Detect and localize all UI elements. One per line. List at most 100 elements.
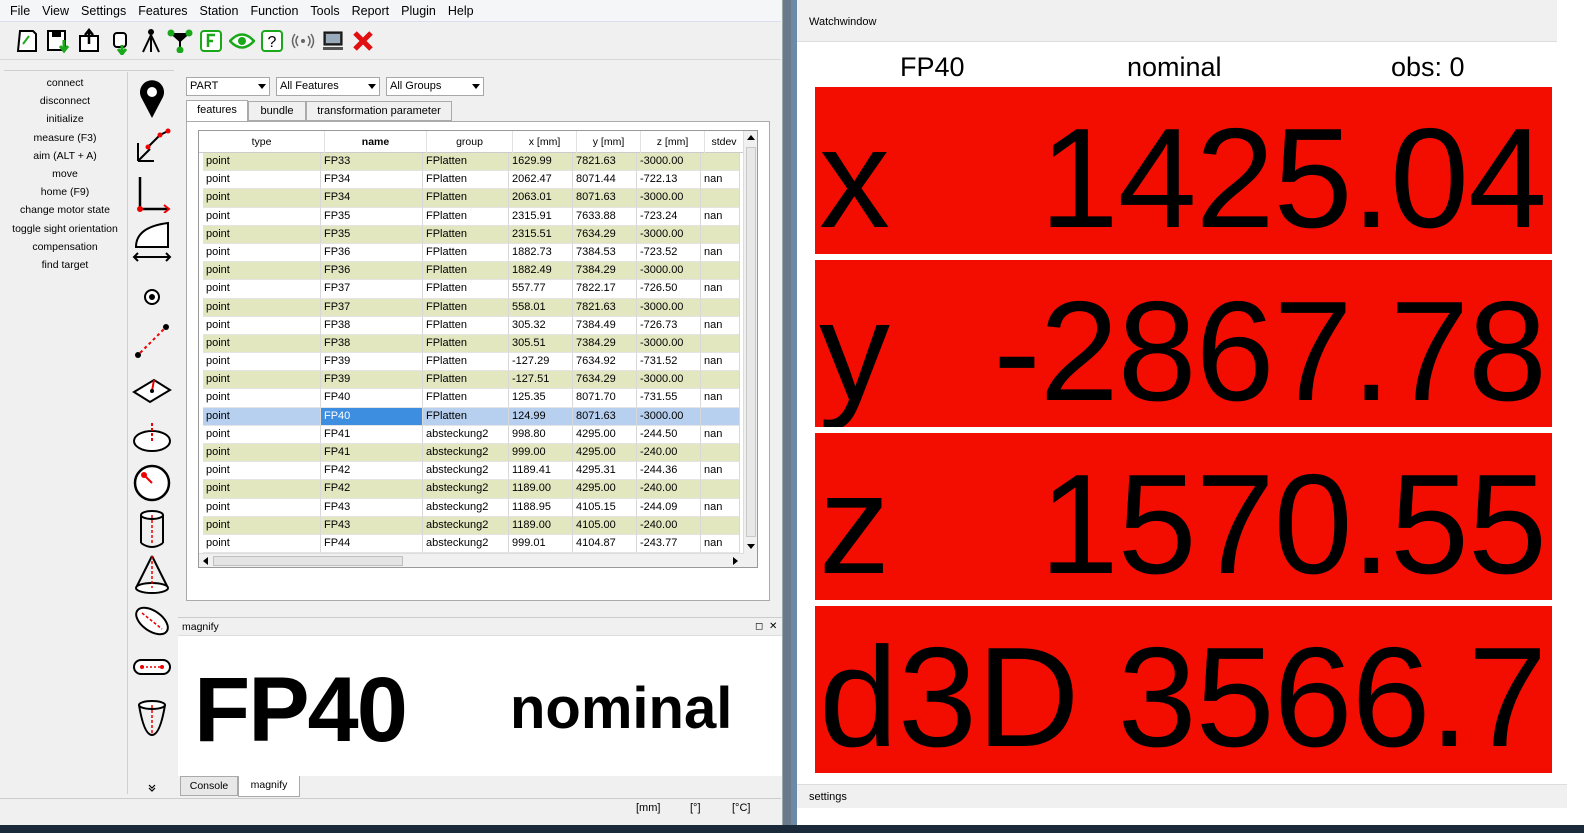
cmd-find-target[interactable]: find target — [4, 256, 126, 274]
sphere-icon[interactable] — [131, 462, 173, 504]
table-cell[interactable]: point — [203, 516, 321, 535]
vertical-scrollbar[interactable] — [743, 131, 757, 567]
table-cell[interactable]: 7634.29 — [573, 371, 637, 390]
table-cell[interactable]: FPlatten — [423, 316, 509, 335]
table-cell[interactable]: point — [203, 480, 321, 499]
menu-function[interactable]: Function — [244, 4, 304, 18]
table-cell[interactable]: 4105.00 — [573, 516, 637, 535]
col-z-header[interactable]: z [mm] — [641, 131, 705, 153]
table-cell[interactable]: -3000.00 — [637, 334, 701, 354]
tab-features[interactable]: features — [186, 100, 248, 121]
table-row[interactable]: point FP35 FPlatten 2315.91 7633.88 -723.24 na… — [203, 207, 744, 226]
table-cell[interactable]: 1629.99 — [509, 153, 573, 172]
table-cell[interactable]: 8071.70 — [573, 389, 637, 408]
table-cell[interactable]: -726.73 — [637, 316, 701, 335]
cmd-measure[interactable]: measure (F3) — [4, 129, 126, 147]
new-project-icon[interactable] — [12, 26, 42, 56]
table-cell[interactable]: FPlatten — [423, 243, 509, 263]
col-stdev-header[interactable]: stdev — [705, 131, 744, 153]
table-cell[interactable]: -731.55 — [637, 389, 701, 408]
cmd-move[interactable]: move — [4, 165, 126, 183]
table-cell[interactable]: 4105.15 — [573, 498, 637, 517]
table-cell[interactable]: FPlatten — [423, 262, 509, 281]
table-cell[interactable]: point — [203, 262, 321, 281]
eye-icon[interactable] — [227, 26, 257, 56]
table-cell[interactable]: FPlatten — [423, 153, 509, 172]
table-cell[interactable]: FP44 — [321, 534, 423, 554]
table-cell[interactable]: -731.52 — [637, 353, 701, 372]
scroll-left-icon[interactable] — [203, 557, 208, 565]
table-cell[interactable]: FP39 — [321, 371, 423, 390]
scroll-right-icon[interactable] — [733, 557, 738, 565]
table-cell[interactable]: 8071.44 — [573, 171, 637, 190]
table-cell[interactable]: point — [203, 444, 321, 463]
table-cell[interactable]: 2062.47 — [509, 171, 573, 190]
point-marker-icon[interactable] — [131, 78, 173, 120]
feature-type-select[interactable]: All Features — [276, 77, 380, 96]
table-cell[interactable]: nan — [701, 353, 740, 372]
table-cell[interactable]: -3000.00 — [637, 262, 701, 281]
cmd-initialize[interactable]: initialize — [4, 110, 126, 128]
table-cell[interactable]: point — [203, 280, 321, 299]
table-cell[interactable]: point — [203, 171, 321, 190]
table-cell[interactable]: point — [203, 353, 321, 372]
angle-unit[interactable]: [°] — [690, 799, 701, 817]
table-cell[interactable]: point — [203, 407, 321, 426]
hand-icon[interactable] — [105, 26, 135, 56]
table-cell[interactable]: 305.32 — [509, 316, 573, 335]
col-x-header[interactable]: x [mm] — [513, 131, 577, 153]
table-cell[interactable]: FP33 — [321, 153, 423, 172]
menu-plugin[interactable]: Plugin — [395, 4, 442, 18]
col-group-header[interactable]: group — [427, 131, 513, 153]
table-cell[interactable]: 2063.01 — [509, 189, 573, 208]
table-cell[interactable]: -3000.00 — [637, 407, 701, 426]
table-cell[interactable]: FPlatten — [423, 371, 509, 390]
table-row[interactable]: point FP35 FPlatten 2315.51 7634.29 -3000.00 — [203, 225, 744, 244]
table-cell[interactable]: -726.50 — [637, 280, 701, 299]
table-cell[interactable]: point — [203, 189, 321, 208]
table-row[interactable]: point FP44 absteckung2 999.01 4104.87 -243.77… — [203, 534, 744, 554]
table-cell[interactable]: point — [203, 225, 321, 244]
tab-bundle[interactable]: bundle — [248, 101, 306, 121]
cmd-connect[interactable]: connect — [4, 74, 126, 92]
menu-station[interactable]: Station — [194, 4, 245, 18]
table-cell[interactable]: 998.80 — [509, 425, 573, 444]
table-cell[interactable]: FP37 — [321, 280, 423, 299]
table-cell[interactable]: absteckung2 — [423, 425, 509, 444]
table-cell[interactable]: -3000.00 — [637, 225, 701, 244]
table-cell[interactable]: 4295.00 — [573, 444, 637, 463]
table-cell[interactable]: FP34 — [321, 189, 423, 208]
col-type-header[interactable]: type — [199, 131, 325, 153]
table-cell[interactable]: -127.29 — [509, 353, 573, 372]
table-cell[interactable]: -243.77 — [637, 534, 701, 554]
table-cell[interactable]: 7821.63 — [573, 153, 637, 172]
table-cell[interactable]: 8071.63 — [573, 189, 637, 208]
tab-transformation-parameter[interactable]: transformation parameter — [306, 101, 452, 121]
scroll-thumb[interactable] — [746, 147, 756, 537]
table-cell[interactable]: FP43 — [321, 498, 423, 517]
table-row[interactable]: point FP37 FPlatten 557.77 7822.17 -726.50 nan — [203, 280, 744, 299]
ellipse-icon[interactable] — [131, 600, 173, 642]
menu-tools[interactable]: Tools — [304, 4, 345, 18]
table-cell[interactable]: point — [203, 462, 321, 481]
table-cell[interactable]: absteckung2 — [423, 480, 509, 499]
circle-icon[interactable] — [131, 416, 173, 458]
table-cell[interactable]: FPlatten — [423, 280, 509, 299]
table-cell[interactable]: -723.24 — [637, 207, 701, 226]
table-cell[interactable]: -240.00 — [637, 480, 701, 499]
signal-icon[interactable] — [288, 26, 318, 56]
length-unit[interactable]: [mm] — [636, 799, 660, 817]
table-cell[interactable] — [701, 189, 740, 208]
table-cell[interactable]: FPlatten — [423, 298, 509, 317]
table-row[interactable]: point FP33 FPlatten 1629.99 7821.63 -3000.00 — [203, 153, 744, 172]
table-cell[interactable]: 7821.63 — [573, 298, 637, 317]
float-icon[interactable]: ◻ — [755, 618, 763, 636]
table-cell[interactable]: 7384.29 — [573, 262, 637, 281]
table-cell[interactable]: 7633.88 — [573, 207, 637, 226]
scalar-icon[interactable] — [131, 220, 173, 262]
paraboloid-icon[interactable] — [131, 696, 173, 738]
table-cell[interactable]: 999.01 — [509, 534, 573, 554]
col-y-header[interactable]: y [mm] — [577, 131, 641, 153]
tab-console[interactable]: Console — [180, 776, 238, 796]
table-cell[interactable]: 2315.51 — [509, 225, 573, 244]
